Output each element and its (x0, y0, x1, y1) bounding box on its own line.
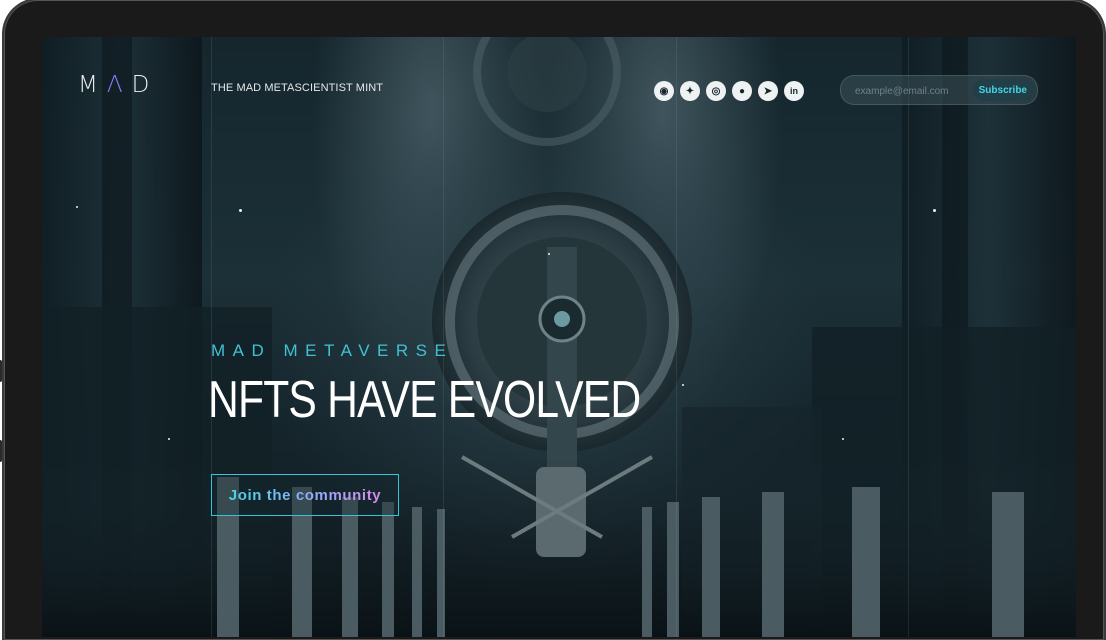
logo-letter: M (78, 72, 107, 98)
side-button (0, 360, 2, 382)
logo[interactable]: MΛD (78, 72, 158, 98)
star (933, 209, 936, 212)
social-links: ◉ ✦ ◎ ● ➤ in (654, 81, 804, 101)
email-field[interactable] (853, 82, 969, 100)
join-community-button[interactable]: Join the community (211, 474, 399, 516)
side-button (0, 440, 2, 462)
star (76, 206, 78, 208)
linkedin-icon[interactable]: in (784, 81, 804, 101)
cta-label: Join the community (228, 486, 382, 504)
tablet-frame: MΛD THE MAD METASCIENTIST MINT ◉ ✦ ◎ ● ➤… (0, 0, 1104, 640)
twitter-icon[interactable]: ✦ (680, 81, 700, 101)
star (239, 209, 242, 212)
newsletter-form: Subscribe (840, 75, 1038, 105)
top-navigation: MΛD THE MAD METASCIENTIST MINT ◉ ✦ ◎ ● ➤… (42, 37, 1076, 137)
discord-icon[interactable]: ◉ (654, 81, 674, 101)
star (548, 253, 550, 255)
subscribe-button[interactable]: Subscribe (972, 79, 1033, 101)
hero-headline: NFTS HAVE EVOLVED (208, 371, 641, 429)
star (842, 438, 844, 440)
medium-icon[interactable]: ● (732, 81, 752, 101)
star (682, 384, 684, 386)
hero-eyebrow: MAD METAVERSE (211, 341, 454, 360)
screen: MΛD THE MAD METASCIENTIST MINT ◉ ✦ ◎ ● ➤… (42, 37, 1076, 637)
site-subtitle: THE MAD METASCIENTIST MINT (211, 82, 384, 94)
telegram-icon[interactable]: ➤ (758, 81, 778, 101)
star (168, 438, 170, 440)
logo-letter: Λ (106, 72, 132, 98)
instagram-icon[interactable]: ◎ (706, 81, 726, 101)
logo-letter: D (131, 72, 159, 98)
